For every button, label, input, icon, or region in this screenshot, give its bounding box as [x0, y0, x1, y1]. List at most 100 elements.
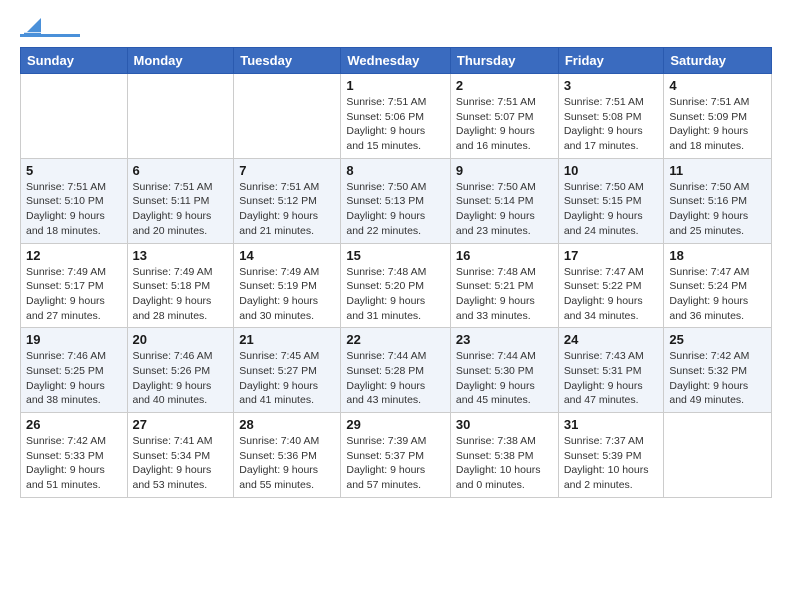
day-info: Sunrise: 7:44 AMSunset: 5:30 PMDaylight:…: [456, 349, 553, 408]
day-number: 6: [133, 163, 229, 178]
day-number: 16: [456, 248, 553, 263]
day-number: 17: [564, 248, 659, 263]
calendar-cell: 12 Sunrise: 7:49 AMSunset: 5:17 PMDayligh…: [21, 243, 128, 328]
day-info: Sunrise: 7:40 AMSunset: 5:36 PMDaylight:…: [239, 434, 335, 493]
day-number: 18: [669, 248, 766, 263]
day-number: 2: [456, 78, 553, 93]
day-number: 11: [669, 163, 766, 178]
day-number: 3: [564, 78, 659, 93]
day-number: 30: [456, 417, 553, 432]
calendar-cell: 19Sunrise: 7:46 AMSunset: 5:25 PMDayligh…: [21, 328, 128, 413]
day-number: 4: [669, 78, 766, 93]
day-info: Sunrise: 7:44 AMSunset: 5:28 PMDaylight:…: [346, 349, 445, 408]
day-number: 1: [346, 78, 445, 93]
calendar-week-row: 19Sunrise: 7:46 AMSunset: 5:25 PMDayligh…: [21, 328, 772, 413]
day-info: Sunrise: 7:41 AMSunset: 5:34 PMDaylight:…: [133, 434, 229, 493]
weekday-header: Wednesday: [341, 48, 451, 74]
calendar-cell: 31 Sunrise: 7:37 AMSunset: 5:39 PMDayligh…: [558, 413, 664, 498]
day-number: 14: [239, 248, 335, 263]
header: [20, 16, 772, 37]
calendar-cell: 30 Sunrise: 7:38 AMSunset: 5:38 PMDayligh…: [450, 413, 558, 498]
day-info: Sunrise: 7:37 AMSunset: 5:39 PMDaylight:…: [564, 434, 659, 493]
calendar-week-row: 5 Sunrise: 7:51 AMSunset: 5:10 PMDaylight…: [21, 158, 772, 243]
calendar-cell: 10Sunrise: 7:50 AMSunset: 5:15 PMDayligh…: [558, 158, 664, 243]
calendar-cell: 14Sunrise: 7:49 AMSunset: 5:19 PMDayligh…: [234, 243, 341, 328]
calendar-cell: 11 Sunrise: 7:50 AMSunset: 5:16 PMDayligh…: [664, 158, 772, 243]
day-info: Sunrise: 7:51 AMSunset: 5:10 PMDaylight:…: [26, 180, 122, 239]
day-number: 7: [239, 163, 335, 178]
day-info: Sunrise: 7:43 AMSunset: 5:31 PMDaylight:…: [564, 349, 659, 408]
calendar-cell: 26 Sunrise: 7:42 AMSunset: 5:33 PMDayligh…: [21, 413, 128, 498]
day-info: Sunrise: 7:42 AMSunset: 5:32 PMDaylight:…: [669, 349, 766, 408]
day-info: Sunrise: 7:49 AMSunset: 5:18 PMDaylight:…: [133, 265, 229, 324]
calendar-cell: 29 Sunrise: 7:39 AMSunset: 5:37 PMDayligh…: [341, 413, 451, 498]
calendar-week-row: 1 Sunrise: 7:51 AMSunset: 5:06 PMDaylight…: [21, 74, 772, 159]
logo-underline: [20, 34, 80, 37]
logo: [20, 16, 80, 37]
calendar-cell: 7 Sunrise: 7:51 AMSunset: 5:12 PMDaylight…: [234, 158, 341, 243]
logo-triangle-icon: [21, 14, 43, 36]
calendar-cell: [664, 413, 772, 498]
calendar-cell: 2 Sunrise: 7:51 AMSunset: 5:07 PMDaylight…: [450, 74, 558, 159]
calendar-cell: 22 Sunrise: 7:44 AMSunset: 5:28 PMDayligh…: [341, 328, 451, 413]
day-number: 26: [26, 417, 122, 432]
day-info: Sunrise: 7:42 AMSunset: 5:33 PMDaylight:…: [26, 434, 122, 493]
calendar-cell: 27 Sunrise: 7:41 AMSunset: 5:34 PMDayligh…: [127, 413, 234, 498]
calendar-cell: 18 Sunrise: 7:47 AMSunset: 5:24 PMDayligh…: [664, 243, 772, 328]
day-number: 22: [346, 332, 445, 347]
day-number: 25: [669, 332, 766, 347]
day-info: Sunrise: 7:46 AMSunset: 5:26 PMDaylight:…: [133, 349, 229, 408]
calendar-cell: 13 Sunrise: 7:49 AMSunset: 5:18 PMDayligh…: [127, 243, 234, 328]
calendar-cell: 1 Sunrise: 7:51 AMSunset: 5:06 PMDaylight…: [341, 74, 451, 159]
weekday-header: Sunday: [21, 48, 128, 74]
calendar-cell: 6Sunrise: 7:51 AMSunset: 5:11 PMDaylight…: [127, 158, 234, 243]
calendar-cell: 17 Sunrise: 7:47 AMSunset: 5:22 PMDayligh…: [558, 243, 664, 328]
day-info: Sunrise: 7:47 AMSunset: 5:22 PMDaylight:…: [564, 265, 659, 324]
day-info: Sunrise: 7:49 AMSunset: 5:17 PMDaylight:…: [26, 265, 122, 324]
calendar-cell: 20 Sunrise: 7:46 AMSunset: 5:26 PMDayligh…: [127, 328, 234, 413]
day-info: Sunrise: 7:38 AMSunset: 5:38 PMDaylight:…: [456, 434, 553, 493]
day-number: 13: [133, 248, 229, 263]
calendar-cell: 3 Sunrise: 7:51 AMSunset: 5:08 PMDaylight…: [558, 74, 664, 159]
day-number: 15: [346, 248, 445, 263]
day-info: Sunrise: 7:51 AMSunset: 5:12 PMDaylight:…: [239, 180, 335, 239]
calendar-cell: 15Sunrise: 7:48 AMSunset: 5:20 PMDayligh…: [341, 243, 451, 328]
calendar-cell: 5 Sunrise: 7:51 AMSunset: 5:10 PMDaylight…: [21, 158, 128, 243]
day-number: 28: [239, 417, 335, 432]
calendar-cell: 8Sunrise: 7:50 AMSunset: 5:13 PMDaylight…: [341, 158, 451, 243]
day-number: 31: [564, 417, 659, 432]
weekday-header: Friday: [558, 48, 664, 74]
day-number: 27: [133, 417, 229, 432]
weekday-header: Tuesday: [234, 48, 341, 74]
day-number: 24: [564, 332, 659, 347]
day-number: 9: [456, 163, 553, 178]
day-number: 8: [346, 163, 445, 178]
page: SundayMondayTuesdayWednesdayThursdayFrid…: [0, 0, 792, 514]
day-info: Sunrise: 7:51 AMSunset: 5:07 PMDaylight:…: [456, 95, 553, 154]
day-number: 23: [456, 332, 553, 347]
day-number: 19: [26, 332, 122, 347]
weekday-header: Thursday: [450, 48, 558, 74]
day-info: Sunrise: 7:50 AMSunset: 5:16 PMDaylight:…: [669, 180, 766, 239]
day-number: 10: [564, 163, 659, 178]
day-info: Sunrise: 7:48 AMSunset: 5:21 PMDaylight:…: [456, 265, 553, 324]
day-info: Sunrise: 7:39 AMSunset: 5:37 PMDaylight:…: [346, 434, 445, 493]
calendar-week-row: 12 Sunrise: 7:49 AMSunset: 5:17 PMDayligh…: [21, 243, 772, 328]
day-number: 12: [26, 248, 122, 263]
day-info: Sunrise: 7:45 AMSunset: 5:27 PMDaylight:…: [239, 349, 335, 408]
day-number: 5: [26, 163, 122, 178]
day-number: 29: [346, 417, 445, 432]
day-info: Sunrise: 7:51 AMSunset: 5:06 PMDaylight:…: [346, 95, 445, 154]
calendar-cell: [234, 74, 341, 159]
calendar-cell: 9 Sunrise: 7:50 AMSunset: 5:14 PMDaylight…: [450, 158, 558, 243]
calendar-cell: 24 Sunrise: 7:43 AMSunset: 5:31 PMDayligh…: [558, 328, 664, 413]
calendar-cell: 16 Sunrise: 7:48 AMSunset: 5:21 PMDayligh…: [450, 243, 558, 328]
calendar-cell: 23 Sunrise: 7:44 AMSunset: 5:30 PMDayligh…: [450, 328, 558, 413]
day-number: 20: [133, 332, 229, 347]
day-info: Sunrise: 7:50 AMSunset: 5:14 PMDaylight:…: [456, 180, 553, 239]
day-info: Sunrise: 7:51 AMSunset: 5:08 PMDaylight:…: [564, 95, 659, 154]
calendar-cell: 21Sunrise: 7:45 AMSunset: 5:27 PMDayligh…: [234, 328, 341, 413]
calendar-cell: [21, 74, 128, 159]
day-info: Sunrise: 7:47 AMSunset: 5:24 PMDaylight:…: [669, 265, 766, 324]
weekday-header: Monday: [127, 48, 234, 74]
